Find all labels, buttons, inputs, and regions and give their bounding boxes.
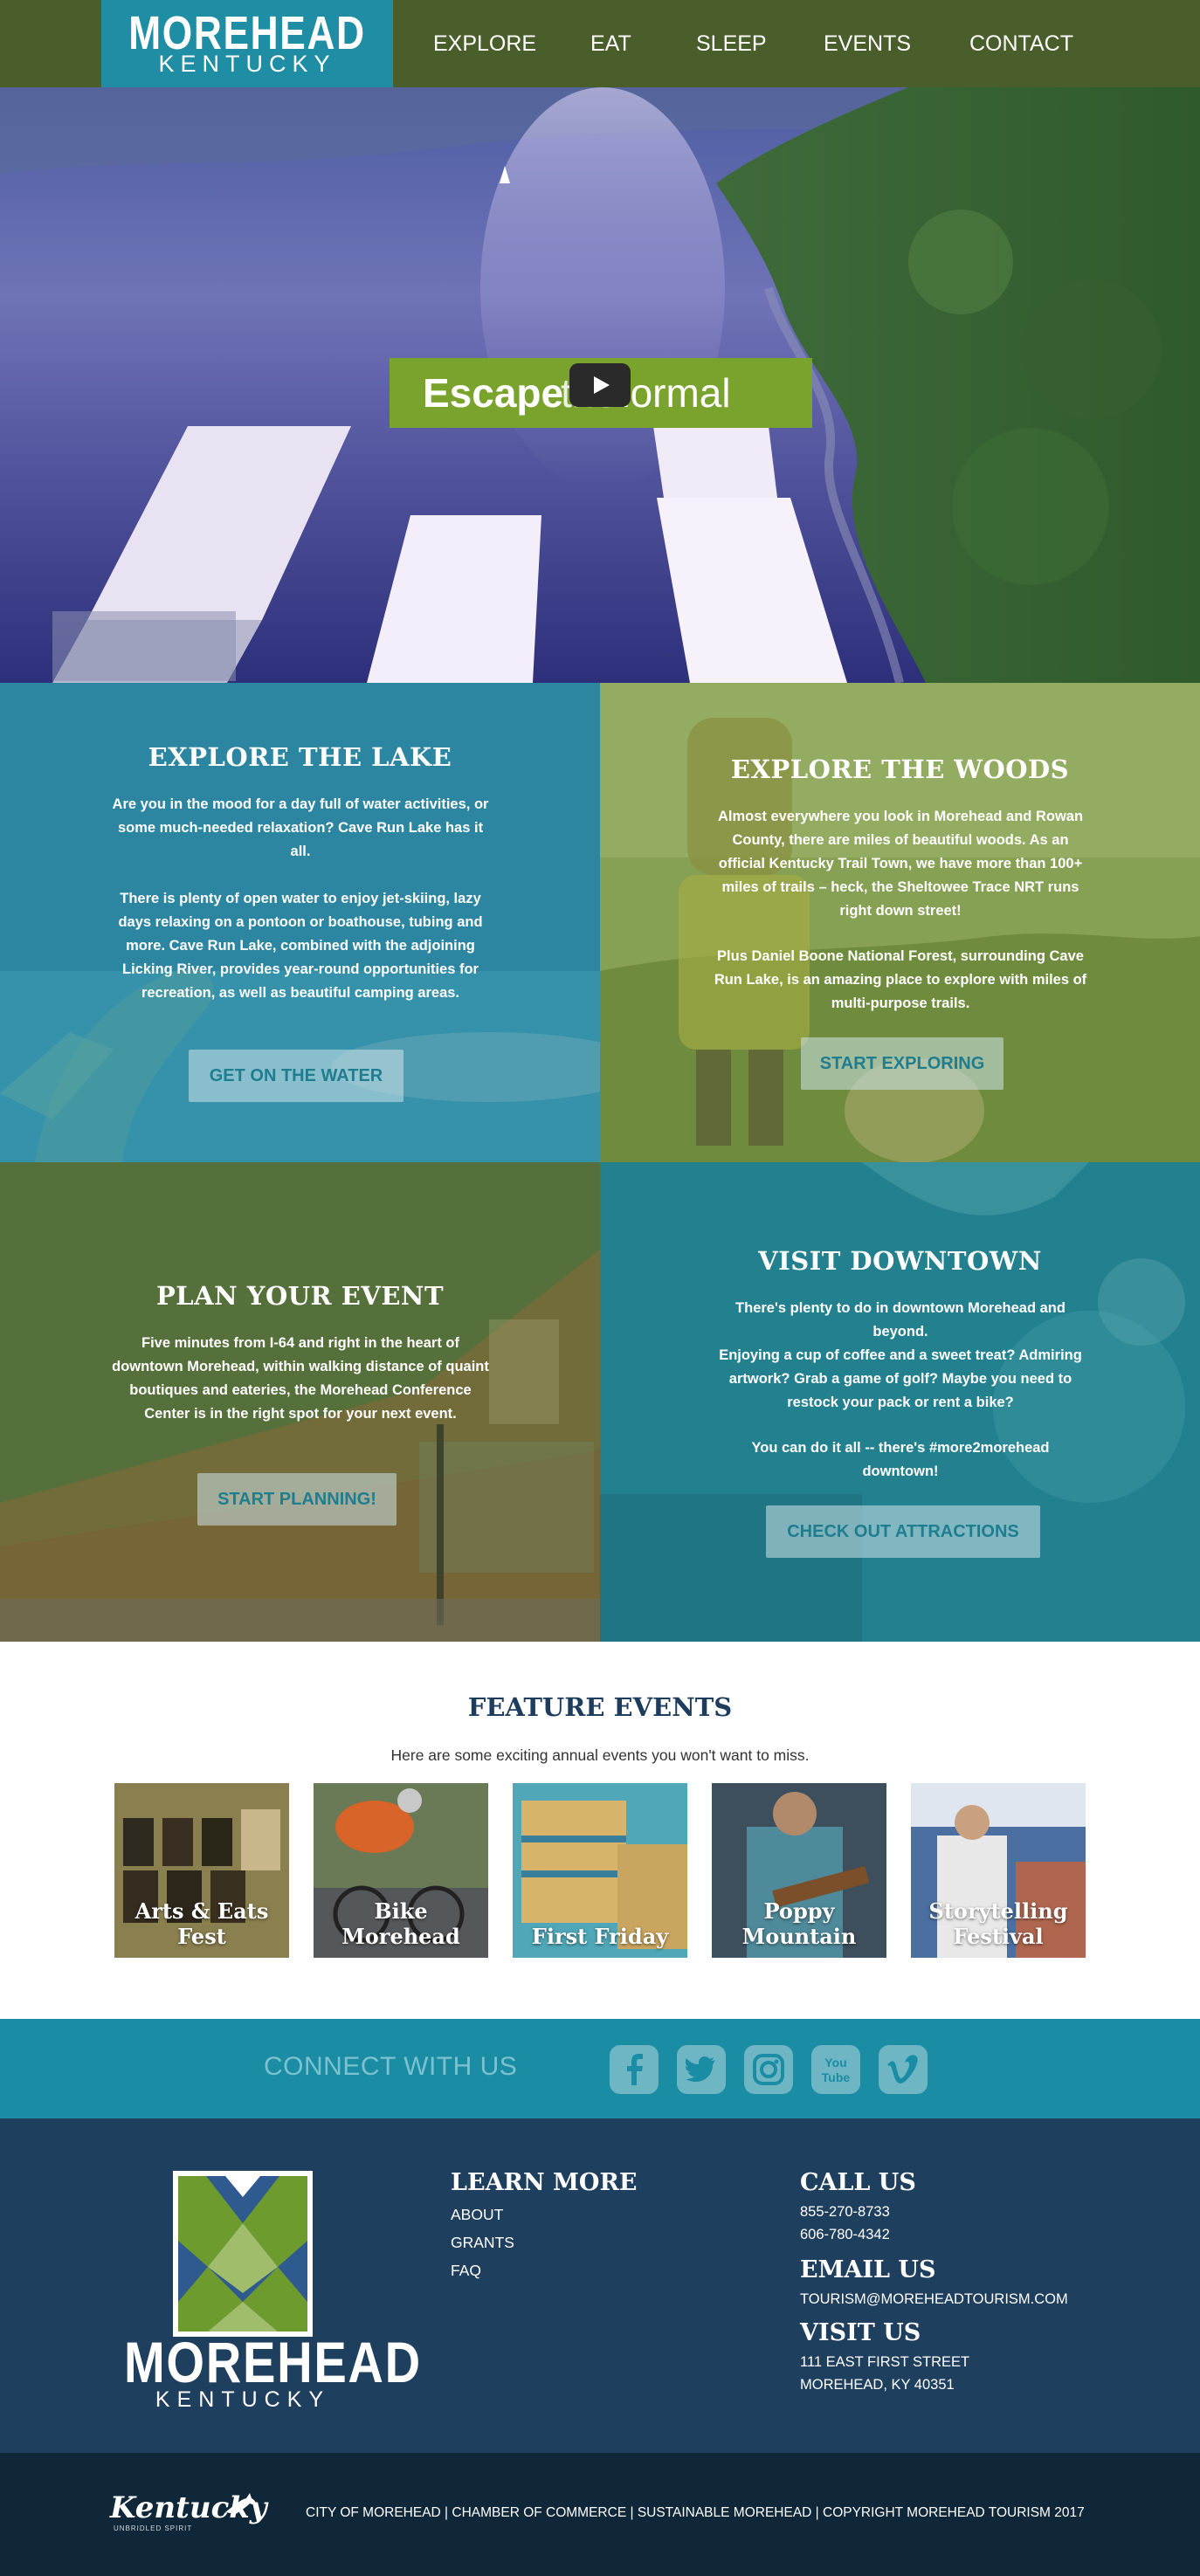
nav-eat[interactable]: EAT: [590, 0, 631, 87]
vimeo-icon[interactable]: [879, 2045, 928, 2094]
link-chamber-of-commerce[interactable]: CHAMBER OF COMMERCE: [452, 2505, 626, 2520]
instagram-icon[interactable]: [744, 2045, 793, 2094]
event-label: Arts & Eats Fest: [134, 1898, 269, 1949]
get-on-the-water-button[interactable]: GET ON THE WATER: [189, 1050, 403, 1102]
phone-2[interactable]: 606-780-4342: [800, 2227, 890, 2243]
site-logo[interactable]: MOREHEAD KENTUCKY: [101, 0, 393, 87]
hero-video[interactable]: Escape the normal: [0, 87, 1200, 683]
event-card-storytelling-festival[interactable]: Storytelling Festival: [911, 1783, 1086, 1958]
email-link[interactable]: TOURISM@MOREHEADTOURISM.COM: [800, 2291, 1068, 2308]
youtube-icon[interactable]: You Tube: [811, 2045, 860, 2094]
logo-subtitle: KENTUCKY: [158, 51, 336, 77]
nav-explore[interactable]: EXPLORE: [433, 0, 536, 87]
email-us-heading: EMAIL US: [800, 2256, 936, 2283]
footer-link-about[interactable]: ABOUT: [451, 2206, 503, 2224]
start-planning-button[interactable]: START PLANNING!: [197, 1473, 397, 1526]
horse-icon: [225, 2493, 256, 2514]
event-card-bike-morehead[interactable]: Bike Morehead: [314, 1783, 488, 1958]
bottom-links: CITY OF MOREHEAD | CHAMBER OF COMMERCE |…: [306, 2505, 1085, 2520]
feature-events-subtitle: Here are some exciting annual events you…: [390, 1746, 810, 1764]
nav-sleep[interactable]: SLEEP: [696, 0, 767, 87]
youtube-you-text: You: [824, 2056, 846, 2070]
downtown-text-2: You can do it all -- there's #more2moreh…: [751, 1440, 1050, 1479]
play-icon[interactable]: [569, 363, 631, 407]
event-title: PLAN YOUR EVENT: [155, 1281, 445, 1311]
nav-contact[interactable]: CONTACT: [969, 0, 1073, 87]
woods-text-2: Plus Daniel Boone National Forest, surro…: [714, 948, 1087, 1011]
downtown-text-1: There's plenty to do in downtown Morehea…: [719, 1300, 1082, 1410]
event-label: Bike Morehead: [341, 1898, 460, 1949]
kentucky-unbridled-logo[interactable]: Kentucky UNBRIDLED SPIRIT: [110, 2491, 267, 2535]
site-footer: MOREHEAD KENTUCKY LEARN MORE ABOUT GRANT…: [0, 2118, 1200, 2453]
woods-title: EXPLORE THE WOODS: [730, 754, 1070, 784]
event-card-first-friday[interactable]: First Friday: [513, 1783, 687, 1958]
phone-1[interactable]: 855-270-8733: [800, 2204, 890, 2221]
kentucky-tagline: UNBRIDLED SPIRIT: [114, 2524, 193, 2532]
event-label: Poppy Mountain: [741, 1898, 857, 1949]
event-card-poppy-mountain[interactable]: Poppy Mountain: [712, 1783, 886, 1958]
youtube-tube-text: Tube: [822, 2070, 851, 2084]
footer-link-faq[interactable]: FAQ: [451, 2262, 481, 2280]
start-exploring-button[interactable]: START EXPLORING: [801, 1037, 1003, 1090]
footer-link-grants[interactable]: GRANTS: [451, 2234, 514, 2252]
event-label: Storytelling Festival: [928, 1898, 1068, 1949]
address-line-1: 111 EAST FIRST STREET: [800, 2354, 970, 2370]
learn-more-heading: LEARN MORE: [451, 2169, 638, 2196]
plan-event-panel: PLAN YOUR EVENT Five minutes from I-64 a…: [0, 1162, 600, 1642]
lake-text-2: There is plenty of open water to enjoy j…: [118, 891, 483, 1001]
link-sustainable-morehead[interactable]: SUSTAINABLE MOREHEAD: [638, 2505, 812, 2520]
explore-lake-panel: EXPLORE THE LAKE Are you in the mood for…: [0, 683, 600, 1162]
address-line-2: MOREHEAD, KY 40351: [800, 2377, 955, 2393]
event-label: First Friday: [531, 1924, 669, 1949]
lake-text-1: Are you in the mood for a day full of wa…: [112, 796, 489, 859]
visit-us-heading: VISIT US: [800, 2319, 921, 2346]
connect-bar: CONNECT WITH US You Tube: [0, 2019, 1200, 2118]
event-card-arts-eats[interactable]: Arts & Eats Fest: [114, 1783, 289, 1958]
copyright-text: COPYRIGHT MOREHEAD TOURISM 2017: [823, 2505, 1085, 2520]
visit-downtown-panel: VISIT DOWNTOWN There's plenty to do in d…: [600, 1162, 1200, 1642]
connect-label: CONNECT WITH US: [264, 2052, 518, 2081]
downtown-title: VISIT DOWNTOWN: [758, 1246, 1042, 1276]
explore-woods-panel: EXPLORE THE WOODS Almost everywhere you …: [600, 683, 1200, 1162]
event-text-1: Five minutes from I-64 and right in the …: [112, 1335, 489, 1422]
feature-events-title: FEATURE EVENTS: [467, 1692, 733, 1722]
morehead-emblem-icon: [173, 2171, 313, 2337]
woods-text-1: Almost everywhere you look in Morehead a…: [717, 809, 1084, 919]
call-us-heading: CALL US: [800, 2169, 916, 2196]
check-out-attractions-button[interactable]: CHECK OUT ATTRACTIONS: [766, 1505, 1040, 1558]
bottom-bar: Kentucky UNBRIDLED SPIRIT CITY OF MOREHE…: [0, 2453, 1200, 2576]
facebook-icon[interactable]: [610, 2045, 659, 2094]
nav-events[interactable]: EVENTS: [824, 0, 911, 87]
link-city-of-morehead[interactable]: CITY OF MOREHEAD: [306, 2505, 441, 2520]
twitter-icon[interactable]: [677, 2045, 726, 2094]
footer-logo-wordmark: MOREHEAD: [124, 2330, 422, 2394]
footer-logo-subtitle: KENTUCKY: [155, 2387, 331, 2412]
footer-logo[interactable]: MOREHEAD KENTUCKY: [103, 2171, 420, 2412]
site-header: MOREHEAD KENTUCKY EXPLORE EAT SLEEP EVEN…: [0, 0, 1200, 87]
lake-title: EXPLORE THE LAKE: [148, 742, 452, 772]
